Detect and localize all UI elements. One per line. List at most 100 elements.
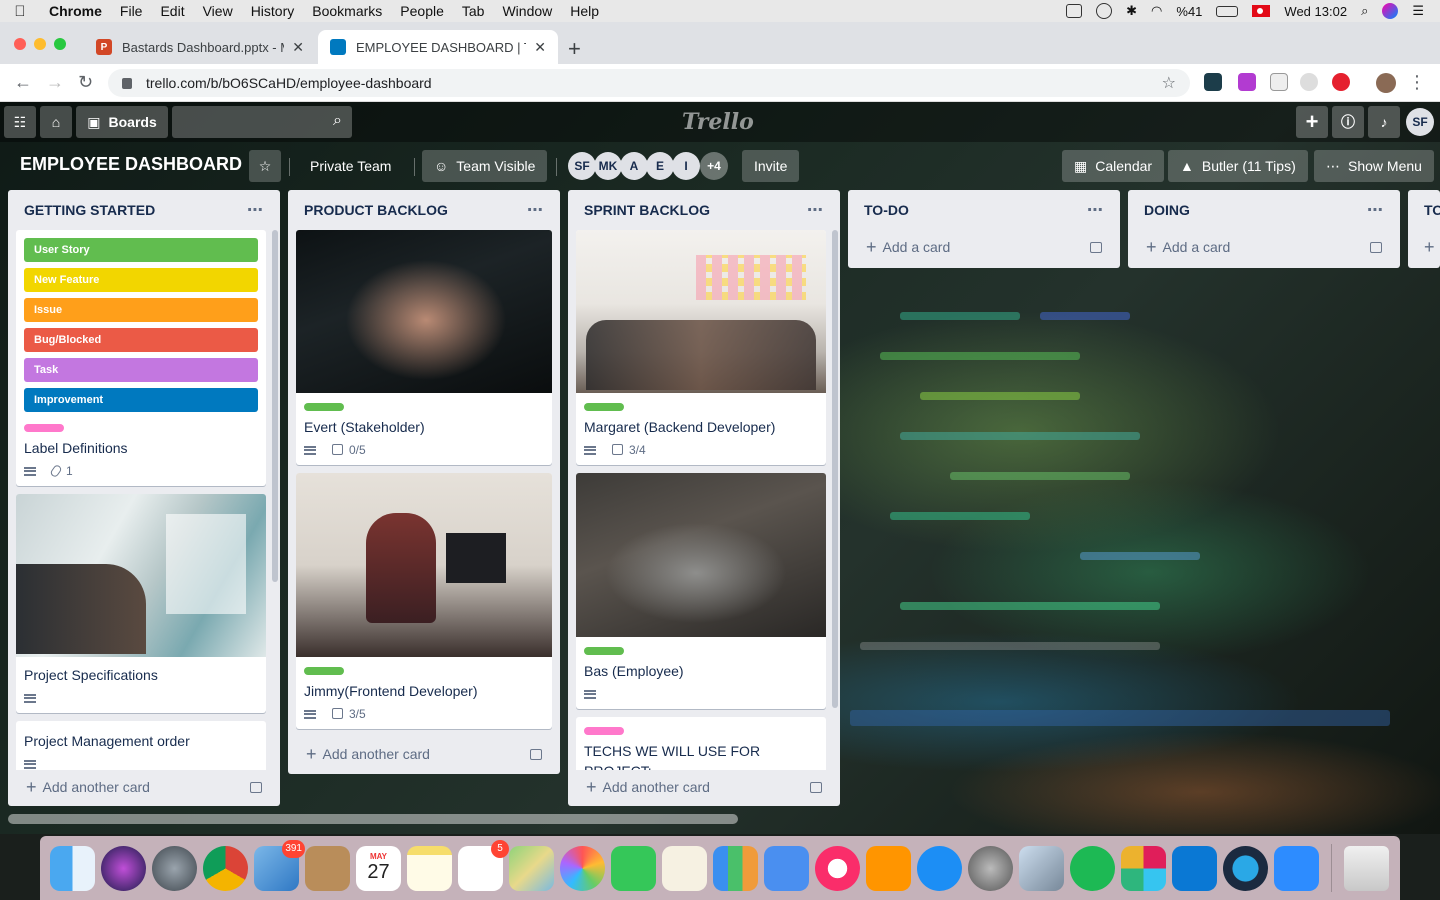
board-title[interactable]: EMPLOYEE DASHBOARD <box>20 154 242 175</box>
card-template-icon[interactable] <box>530 748 542 760</box>
siri-icon[interactable] <box>1382 3 1399 19</box>
contacts-icon[interactable] <box>305 845 350 891</box>
extension-icon[interactable] <box>1238 73 1256 91</box>
keynote-icon[interactable] <box>764 845 809 891</box>
list-menu-icon[interactable]: ⋯ <box>1367 200 1384 220</box>
extension-icon[interactable] <box>1270 73 1288 91</box>
card-jimmy[interactable]: Jimmy(Frontend Developer) 3/5 <box>296 473 552 729</box>
home-button[interactable]: ⌂ <box>40 106 72 138</box>
list-title[interactable]: GETTING STARTED <box>24 202 155 218</box>
card-evert[interactable]: Evert (Stakeholder) 0/5 <box>296 230 552 465</box>
profile-avatar[interactable] <box>1376 73 1396 93</box>
calendar-button[interactable]: ▦ Calendar <box>1062 150 1165 182</box>
tab-powerpoint[interactable]: P Bastards Dashboard.pptx - Mic ✕ <box>84 30 316 64</box>
tab-trello[interactable]: EMPLOYEE DASHBOARD | Trell ✕ <box>318 30 558 64</box>
reload-button[interactable]: ↻ <box>78 72 93 93</box>
menu-tab[interactable]: Tab <box>453 3 494 19</box>
add-card-button[interactable]: + Add a card <box>1128 230 1400 264</box>
books-icon[interactable] <box>866 845 911 891</box>
siri-icon[interactable] <box>101 845 146 891</box>
close-window-button[interactable] <box>14 38 26 50</box>
list-menu-icon[interactable]: ⋯ <box>1087 200 1104 220</box>
quicktime-icon[interactable] <box>1223 845 1268 891</box>
finder-icon[interactable] <box>50 845 95 891</box>
add-card-button[interactable]: + Add a card <box>848 230 1120 264</box>
visibility-button[interactable]: ☺ Team Visible <box>422 150 548 182</box>
card-bas[interactable]: Bas (Employee) <box>576 473 826 709</box>
battery-icon[interactable] <box>1216 5 1239 17</box>
member-avatar[interactable]: SF <box>568 152 596 180</box>
bluetooth-icon[interactable]: ✱ <box>1126 3 1137 19</box>
add-card-button[interactable]: + <box>1408 230 1440 264</box>
back-button[interactable]: ← <box>14 72 32 93</box>
spotify-icon[interactable] <box>1070 845 1115 891</box>
list-title[interactable]: DOING <box>1144 202 1190 218</box>
chrome-icon[interactable] <box>203 845 248 891</box>
add-card-button[interactable]: + Add another card <box>288 737 560 771</box>
boards-button[interactable]: ▣ Boards <box>76 106 168 138</box>
opera-vpn-icon[interactable] <box>1332 73 1350 91</box>
minimize-window-button[interactable] <box>34 38 46 50</box>
trash-icon[interactable] <box>1344 845 1389 891</box>
launchpad-icon[interactable] <box>152 845 197 891</box>
menu-file[interactable]: File <box>111 3 152 19</box>
address-bar[interactable]: trello.com/b/bO6SCaHD/employee-dashboard… <box>108 69 1190 97</box>
spotlight-search-icon[interactable]: ⌕ <box>1361 3 1368 19</box>
info-button[interactable]: ⓘ <box>1332 106 1364 138</box>
card-template-icon[interactable] <box>1090 241 1102 253</box>
show-menu-button[interactable]: ⋯ Show Menu <box>1314 150 1434 182</box>
reminders-icon[interactable]: 5 <box>458 839 509 891</box>
member-avatar[interactable]: I <box>672 152 700 180</box>
list-title[interactable]: TO-DO <box>864 202 909 218</box>
card-label-definitions[interactable]: User Story New Feature Issue Bug/Blocked… <box>16 230 266 486</box>
member-avatar[interactable]: A <box>620 152 648 180</box>
notifications-bell-icon[interactable]: ♪ <box>1368 106 1400 138</box>
close-tab-icon[interactable]: ✕ <box>534 39 546 56</box>
vscode-icon[interactable] <box>1172 845 1217 891</box>
add-card-button[interactable]: + Add another card <box>568 770 840 804</box>
card-project-specifications[interactable]: Project Specifications <box>16 494 266 713</box>
new-tab-button[interactable]: + <box>568 36 581 62</box>
apps-grid-button[interactable]: ☷ <box>4 106 36 138</box>
card-margaret[interactable]: Margaret (Backend Developer) 3/4 <box>576 230 826 465</box>
list-menu-icon[interactable]: ⋯ <box>247 200 264 220</box>
list-title[interactable]: PRODUCT BACKLOG <box>304 202 448 218</box>
music-icon[interactable] <box>815 845 860 891</box>
system-preferences-icon[interactable] <box>968 845 1013 891</box>
notification-center-icon[interactable]: ☰ <box>1412 3 1424 19</box>
trello-logo[interactable]: Trello <box>682 109 754 135</box>
extension-icon[interactable] <box>1300 73 1318 91</box>
menu-people[interactable]: People <box>391 3 453 19</box>
list-title[interactable]: TO <box>1424 202 1440 218</box>
menubar-clock[interactable]: Wed 13:02 <box>1284 4 1347 19</box>
facetime-icon[interactable] <box>611 845 656 891</box>
mail-icon[interactable]: 391 <box>254 839 305 891</box>
apple-menu-icon[interactable]:  <box>0 3 40 20</box>
battery-percent[interactable]: %41 <box>1176 4 1202 19</box>
notes-icon[interactable] <box>407 845 452 891</box>
butler-button[interactable]: ▲ Butler (11 Tips) <box>1168 150 1308 182</box>
wifi-icon[interactable]: ◠ <box>1151 3 1162 19</box>
menu-history[interactable]: History <box>242 3 304 19</box>
list-title[interactable]: SPRINT BACKLOG <box>584 202 710 218</box>
numbers-icon[interactable] <box>713 845 758 891</box>
user-avatar[interactable]: SF <box>1406 108 1434 136</box>
extension-icon[interactable] <box>1204 73 1222 91</box>
list-scrollbar[interactable] <box>272 230 278 582</box>
preview-icon[interactable] <box>1019 845 1064 891</box>
more-members-badge[interactable]: +4 <box>700 152 728 180</box>
card-template-icon[interactable] <box>250 781 262 793</box>
menu-view[interactable]: View <box>194 3 242 19</box>
pages-icon[interactable] <box>662 845 707 891</box>
menu-app-name[interactable]: Chrome <box>40 3 111 19</box>
bookmark-star-icon[interactable]: ☆ <box>1162 73 1176 93</box>
zoom-window-button[interactable] <box>54 38 66 50</box>
input-source-flag-icon[interactable] <box>1252 5 1271 17</box>
app-store-icon[interactable] <box>917 845 962 891</box>
close-tab-icon[interactable]: ✕ <box>292 39 304 56</box>
star-board-icon[interactable]: ☆ <box>249 150 281 182</box>
list-scrollbar[interactable] <box>832 230 838 708</box>
list-menu-icon[interactable]: ⋯ <box>527 200 544 220</box>
menu-edit[interactable]: Edit <box>151 3 193 19</box>
search-input[interactable]: ⌕ <box>172 106 352 138</box>
